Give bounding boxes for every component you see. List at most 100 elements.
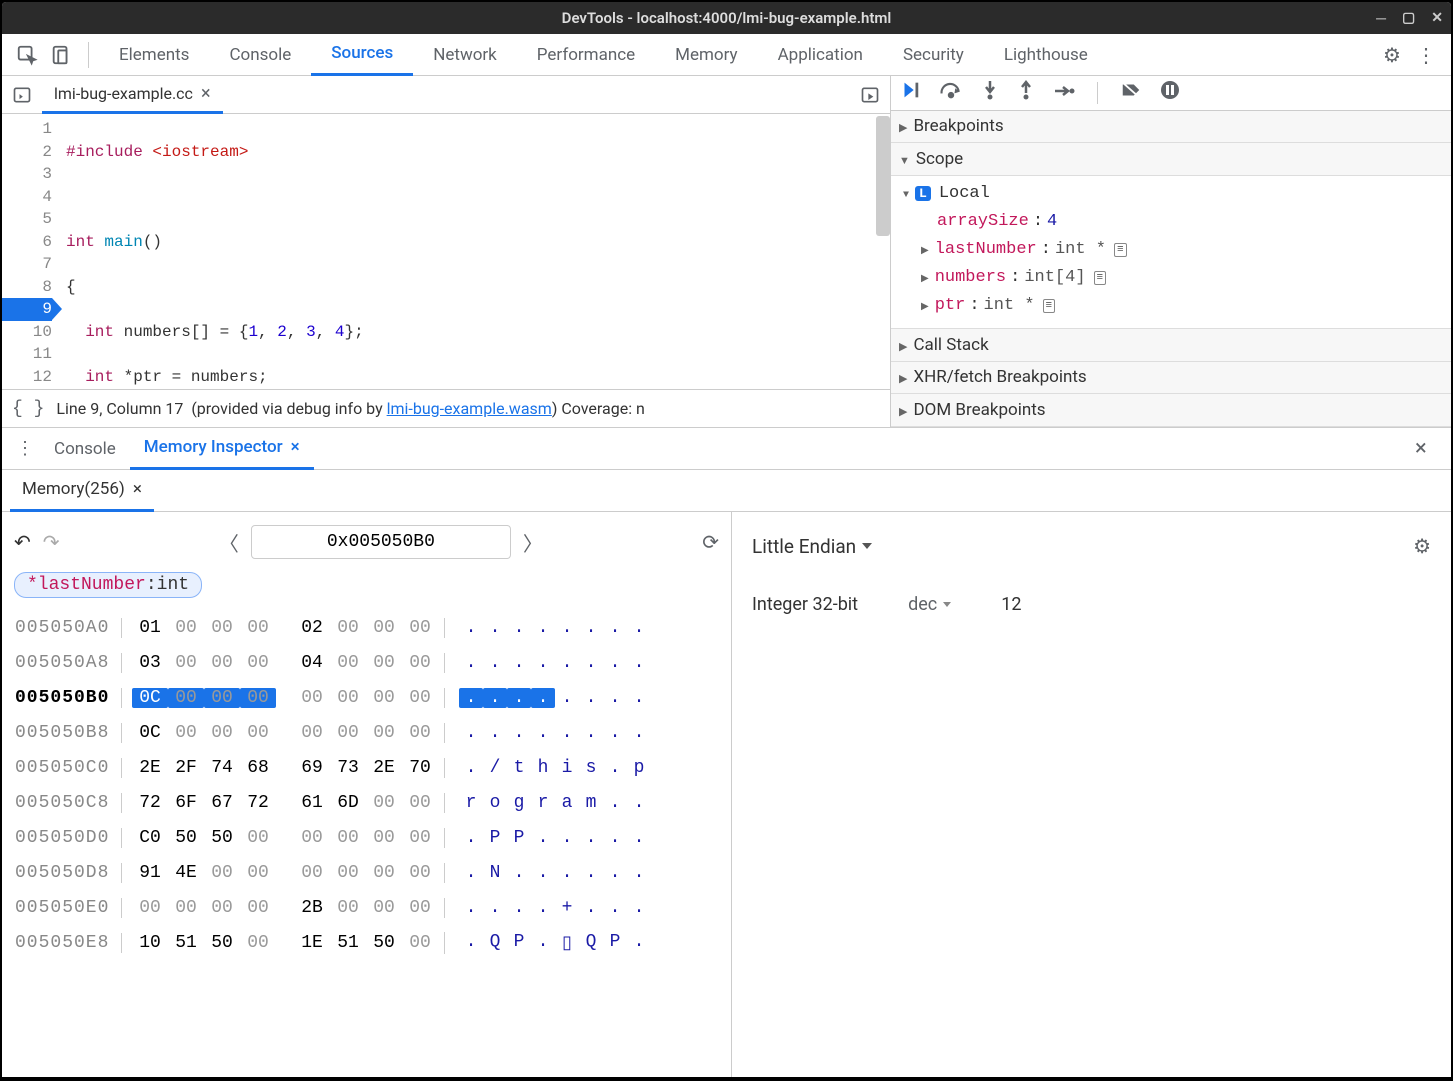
dom-section[interactable]: DOM Breakpoints (891, 394, 1451, 427)
hex-address[interactable]: 005050E8 (15, 933, 121, 953)
tab-lighthouse[interactable]: Lighthouse (984, 34, 1108, 76)
hex-byte[interactable]: 50 (204, 828, 240, 848)
hex-byte[interactable]: 2B (294, 898, 330, 918)
hex-byte[interactable]: 00 (240, 828, 276, 848)
scrollbar-thumb[interactable] (876, 116, 890, 236)
step-over-icon[interactable] (939, 80, 963, 105)
hex-byte[interactable]: 00 (402, 793, 438, 813)
maximize-icon[interactable]: ▢ (1402, 10, 1415, 26)
hex-byte[interactable]: 69 (294, 758, 330, 778)
hex-byte[interactable]: 73 (330, 758, 366, 778)
hex-byte[interactable]: 00 (330, 828, 366, 848)
hex-address[interactable]: 005050D0 (15, 828, 121, 848)
hex-byte[interactable]: 00 (366, 828, 402, 848)
hex-byte[interactable]: 00 (330, 723, 366, 743)
code-editor[interactable]: 1 2 3 4 5 6 7 8 9 10 11 12 #include <ios… (2, 114, 890, 389)
tab-memory[interactable]: Memory (655, 34, 757, 76)
hex-byte[interactable]: 00 (204, 653, 240, 673)
hex-byte[interactable]: 00 (204, 723, 240, 743)
drawer-more-icon[interactable]: ⋮ (10, 438, 40, 459)
hex-byte[interactable]: 01 (132, 618, 168, 638)
hex-byte[interactable]: 51 (330, 933, 366, 953)
hex-byte[interactable]: 67 (204, 793, 240, 813)
hex-byte[interactable]: 00 (402, 863, 438, 883)
hex-address[interactable]: 005050A8 (15, 653, 121, 673)
inspect-icon[interactable] (10, 38, 44, 72)
hex-byte[interactable]: 50 (366, 933, 402, 953)
wasm-link[interactable]: lmi-bug-example.wasm (387, 399, 552, 418)
hex-byte[interactable]: 00 (402, 653, 438, 673)
var-lastnumber[interactable]: lastNumber: int *≡ (899, 236, 1443, 264)
xhr-section[interactable]: XHR/fetch Breakpoints (891, 362, 1451, 395)
hex-byte[interactable]: 51 (168, 933, 204, 953)
hex-byte[interactable]: 0C (132, 688, 168, 708)
hex-byte[interactable]: 61 (294, 793, 330, 813)
scope-section[interactable]: Scope (891, 143, 1451, 176)
hex-byte[interactable]: 72 (240, 793, 276, 813)
hex-byte[interactable]: 0C (132, 723, 168, 743)
prev-page-icon[interactable]: 〈 (219, 528, 239, 557)
hex-byte[interactable]: 00 (366, 653, 402, 673)
hex-byte[interactable]: 00 (168, 723, 204, 743)
hex-byte[interactable]: 00 (168, 898, 204, 918)
tab-security[interactable]: Security (883, 34, 984, 76)
hex-address[interactable]: 005050C8 (15, 793, 121, 813)
settings-icon[interactable]: ⚙ (1375, 43, 1409, 67)
memory-icon[interactable]: ≡ (1043, 299, 1056, 313)
line-gutter[interactable]: 1 2 3 4 5 6 7 8 9 10 11 12 (2, 114, 60, 389)
var-ptr[interactable]: ptr: int *≡ (899, 292, 1443, 320)
hex-address[interactable]: 005050B8 (15, 723, 121, 743)
hex-address[interactable]: 005050C0 (15, 758, 121, 778)
undo-icon[interactable]: ↶ (14, 530, 31, 554)
close-drawer-icon[interactable]: × (1415, 436, 1451, 461)
address-input[interactable] (251, 525, 511, 559)
highlight-chip[interactable]: *lastNumber: int (14, 572, 202, 598)
deactivate-breakpoints-icon[interactable] (1120, 80, 1142, 105)
file-tab[interactable]: lmi-bug-example.cc × (42, 76, 223, 114)
hex-byte[interactable]: 00 (240, 863, 276, 883)
hex-byte[interactable]: 6D (330, 793, 366, 813)
var-arraysize[interactable]: arraySize: 4 (899, 208, 1443, 236)
hex-byte[interactable]: 00 (366, 793, 402, 813)
hex-byte[interactable]: 00 (240, 898, 276, 918)
hex-byte[interactable]: 00 (294, 723, 330, 743)
hex-byte[interactable]: 00 (168, 688, 204, 708)
hex-byte[interactable]: 00 (402, 723, 438, 743)
hex-byte[interactable]: 2F (168, 758, 204, 778)
redo-icon[interactable]: ↷ (43, 530, 60, 554)
hex-address[interactable]: 005050E0 (15, 898, 121, 918)
hex-byte[interactable]: 10 (132, 933, 168, 953)
hex-byte[interactable]: 00 (240, 688, 276, 708)
hex-byte[interactable]: 00 (330, 688, 366, 708)
step-icon[interactable] (1053, 81, 1075, 105)
memory-icon[interactable]: ≡ (1094, 271, 1107, 285)
hex-byte[interactable]: 00 (168, 618, 204, 638)
hex-byte[interactable]: 00 (330, 863, 366, 883)
var-numbers[interactable]: numbers: int[4]≡ (899, 264, 1443, 292)
hex-byte[interactable]: 00 (204, 898, 240, 918)
hex-byte[interactable]: C0 (132, 828, 168, 848)
hex-byte[interactable]: 00 (330, 898, 366, 918)
format-select[interactable]: dec (908, 594, 951, 615)
refresh-icon[interactable]: ⟳ (702, 530, 719, 554)
hex-byte[interactable]: 00 (132, 898, 168, 918)
close-icon[interactable]: ✕ (1431, 10, 1443, 26)
hex-byte[interactable]: 00 (294, 688, 330, 708)
hex-byte[interactable]: 50 (168, 828, 204, 848)
hex-byte[interactable]: 00 (402, 933, 438, 953)
hex-byte[interactable]: 00 (366, 688, 402, 708)
breakpoints-section[interactable]: Breakpoints (891, 111, 1451, 144)
hex-byte[interactable]: 00 (240, 723, 276, 743)
hex-byte[interactable]: 1E (294, 933, 330, 953)
callstack-section[interactable]: Call Stack (891, 329, 1451, 362)
hex-byte[interactable]: 00 (366, 863, 402, 883)
hex-byte[interactable]: 72 (132, 793, 168, 813)
hex-byte[interactable]: 00 (240, 653, 276, 673)
hex-byte[interactable]: 00 (168, 653, 204, 673)
minimize-icon[interactable]: ─ (1376, 10, 1386, 27)
hex-byte[interactable]: 70 (402, 758, 438, 778)
step-out-icon[interactable] (1017, 79, 1035, 106)
resume-icon[interactable] (899, 79, 921, 106)
hex-address[interactable]: 005050D8 (15, 863, 121, 883)
hex-byte[interactable]: 00 (366, 618, 402, 638)
